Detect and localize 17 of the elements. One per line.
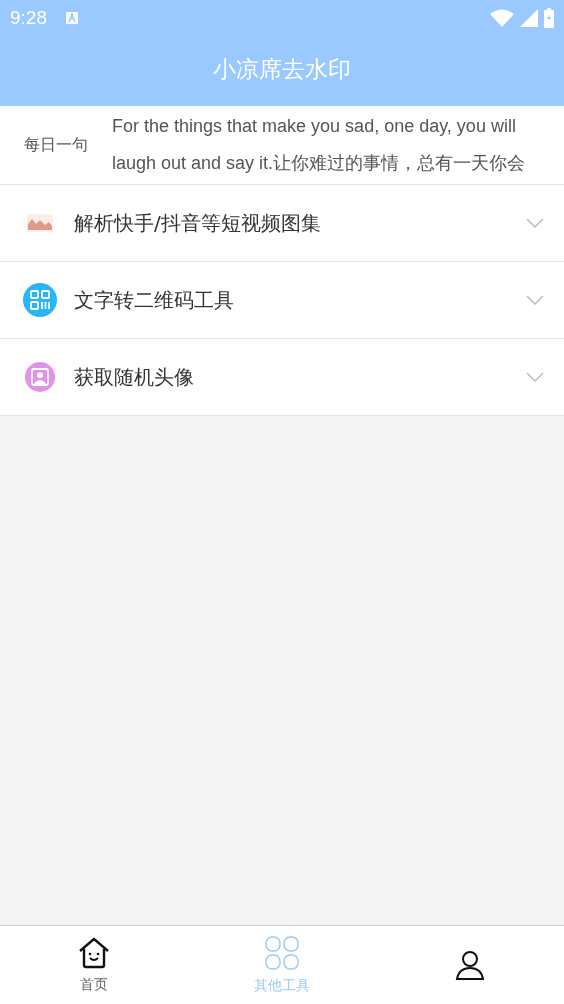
keyboard-icon — [65, 11, 79, 25]
tool-item[interactable]: 解析快手/抖音等短视频图集 — [0, 185, 564, 262]
quote-text: For the things that make you sad, one day, you will laugh out and say it.让你难过的事情，总有一天你会 — [112, 115, 527, 175]
qr-code-icon — [22, 282, 58, 318]
tool-item[interactable]: 获取随机头像 — [0, 339, 564, 416]
tab[interactable]: 首页 — [0, 926, 188, 1004]
portrait-icon — [22, 359, 58, 395]
person-icon — [453, 948, 487, 982]
status-time: 9:28 — [10, 7, 47, 29]
wifi-icon — [490, 9, 514, 27]
tool-item[interactable]: 文字转二维码工具 — [0, 262, 564, 339]
quote-label: 每日一句 — [23, 134, 89, 156]
home-icon — [77, 936, 111, 970]
signal-icon — [520, 9, 538, 27]
app-title: 小凉席去水印 — [213, 54, 351, 84]
battery-icon — [544, 8, 554, 28]
grid-icon — [264, 935, 300, 971]
